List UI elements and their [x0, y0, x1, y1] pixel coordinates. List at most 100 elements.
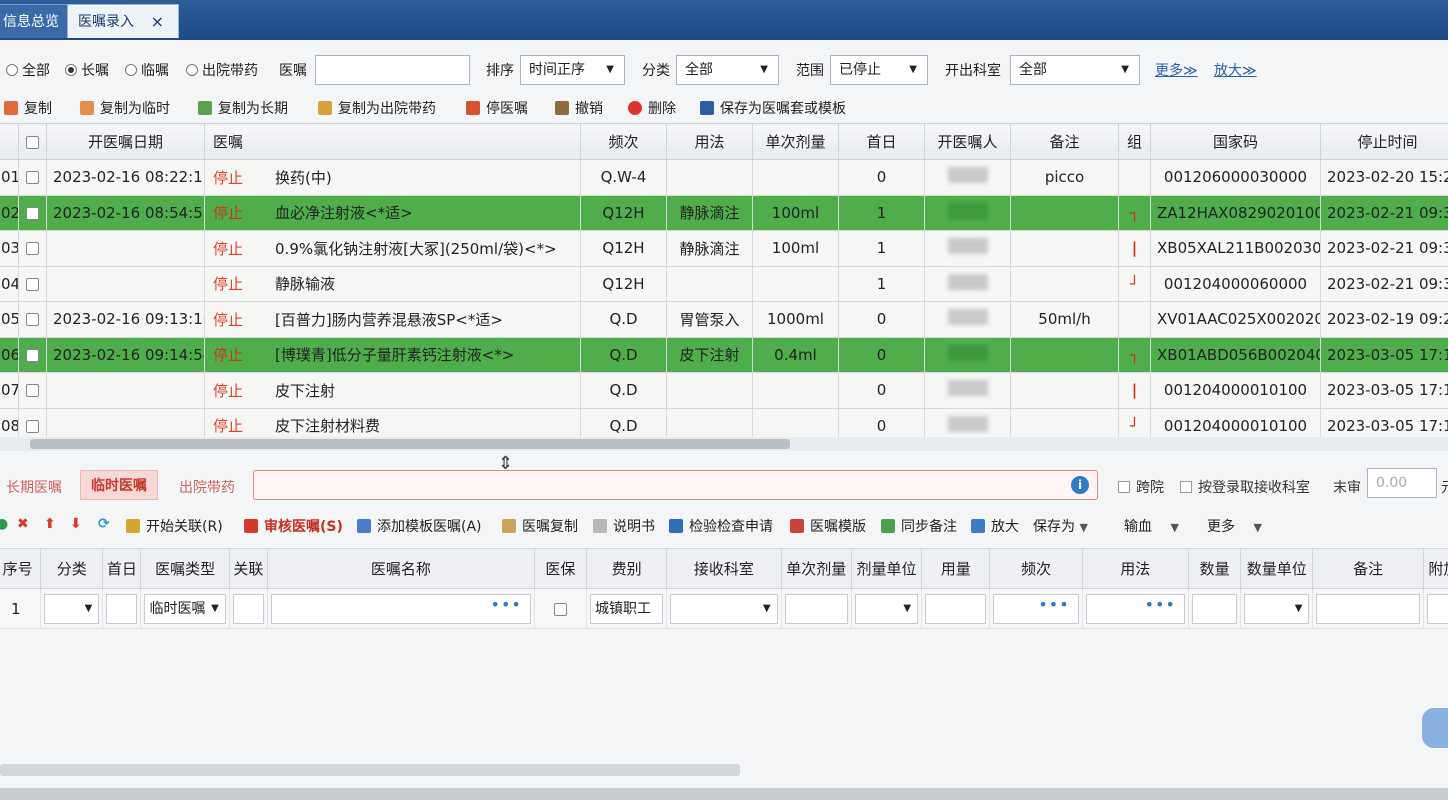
- row-checkbox[interactable]: [26, 313, 39, 327]
- floating-assistant-button[interactable]: [1422, 708, 1448, 748]
- receiving-dept-select[interactable]: ▼: [670, 593, 778, 624]
- stop-order-button[interactable]: 停医嘱: [466, 98, 528, 118]
- tab-temporary-orders[interactable]: 临时医嘱: [80, 470, 158, 500]
- entry-col-header[interactable]: 首日: [102, 548, 142, 589]
- row-checkbox[interactable]: [26, 242, 39, 256]
- order-search-input[interactable]: [315, 55, 470, 85]
- entry-col-header[interactable]: 分类: [40, 548, 104, 589]
- more-dots-icon[interactable]: •••: [1038, 595, 1069, 619]
- entry-col-header[interactable]: 医嘱名称: [266, 548, 535, 589]
- col-first-day[interactable]: 首日: [838, 123, 925, 160]
- save-as-template-button[interactable]: 保存为医嘱套或模板: [700, 98, 846, 118]
- entry-col-header[interactable]: 序号: [0, 548, 42, 589]
- col-stop-time[interactable]: 停止时间: [1320, 123, 1448, 160]
- table-row[interactable]: 02 2023-02-16 08:54:53 停止 血必净注射液<*适> Q12H 静脉滴…: [0, 194, 1448, 231]
- radio-temporary[interactable]: 临嘱: [125, 60, 169, 80]
- entry-col-header[interactable]: 用法: [1081, 548, 1189, 589]
- frequency-input[interactable]: •••: [993, 593, 1079, 624]
- radio-all[interactable]: 全部: [6, 60, 50, 80]
- entry-col-header[interactable]: 备注: [1312, 548, 1424, 589]
- amount-input[interactable]: [925, 593, 987, 624]
- first-day-input[interactable]: [106, 593, 138, 624]
- undo-button[interactable]: 撤销: [555, 98, 603, 118]
- quantity-unit-select[interactable]: ▼: [1244, 593, 1310, 624]
- entry-col-header[interactable]: 费别: [585, 548, 668, 589]
- select-all-checkbox[interactable]: [18, 123, 47, 160]
- row-checkbox[interactable]: [26, 206, 39, 220]
- order-type-select[interactable]: 临时医嘱 ▼: [144, 593, 226, 624]
- entry-col-header[interactable]: 医保: [533, 548, 587, 589]
- refresh-icon[interactable]: ⟳: [98, 516, 110, 532]
- col-note[interactable]: 备注: [1010, 123, 1119, 160]
- insurance-checkbox[interactable]: [553, 602, 567, 616]
- tab-long-term-orders[interactable]: 长期医嘱: [6, 477, 62, 497]
- zoom-button[interactable]: 放大: [971, 516, 1019, 536]
- close-icon[interactable]: ×: [151, 5, 164, 39]
- entry-col-header[interactable]: 频次: [989, 548, 1083, 589]
- copy-as-long-term-button[interactable]: 复制为长期: [198, 98, 288, 118]
- more-dots-icon[interactable]: •••: [1145, 595, 1176, 619]
- col-doctor[interactable]: 开医嘱人: [924, 123, 1011, 160]
- zoom-link[interactable]: 放大≫: [1214, 60, 1257, 80]
- start-link-button[interactable]: 开始关联(R): [126, 516, 223, 536]
- note-input[interactable]: [1316, 593, 1420, 624]
- info-icon[interactable]: i: [1071, 476, 1089, 494]
- link-input[interactable]: [232, 593, 264, 624]
- save-as-button[interactable]: 保存为 ▼: [1033, 516, 1088, 536]
- table-row[interactable]: 03 停止 0.9%氯化钠注射液[大冢](250ml/袋)<*> Q12H 静脉滴注 10…: [0, 230, 1448, 267]
- tab-order-entry[interactable]: 医嘱录入 ×: [67, 4, 179, 38]
- col-dose[interactable]: 单次剂量: [752, 123, 839, 160]
- single-dose-input[interactable]: [784, 593, 848, 624]
- login-dept-checkbox[interactable]: 按登录取接收科室: [1180, 477, 1310, 497]
- col-group[interactable]: 组: [1118, 123, 1151, 160]
- order-template-button[interactable]: 医嘱模版: [790, 516, 866, 536]
- entry-horizontal-scrollbar[interactable]: [0, 764, 740, 776]
- entry-col-header[interactable]: 医嘱类型: [140, 548, 230, 589]
- add-template-order-button[interactable]: 添加模板医嘱(A): [357, 516, 482, 536]
- lab-exam-request-button[interactable]: 检验检查申请: [669, 516, 773, 536]
- entry-col-header[interactable]: 数量单位: [1240, 548, 1314, 589]
- row-checkbox[interactable]: [26, 171, 39, 185]
- transfusion-button[interactable]: 输血 ▼: [1124, 516, 1179, 536]
- row-checkbox[interactable]: [26, 277, 39, 291]
- horizontal-scrollbar[interactable]: [0, 437, 1448, 451]
- usage-input[interactable]: •••: [1085, 593, 1185, 624]
- entry-col-header[interactable]: 用量: [921, 548, 991, 589]
- sort-select[interactable]: 时间正序 ▼: [520, 55, 625, 85]
- entry-col-header[interactable]: 单次剂量: [780, 548, 852, 589]
- tab-overview[interactable]: 信息总览: [0, 4, 70, 38]
- more-button[interactable]: 更多 ▼: [1207, 516, 1262, 536]
- order-name-input[interactable]: •••: [270, 593, 531, 624]
- entry-col-header[interactable]: 接收科室: [666, 548, 782, 589]
- sync-note-button[interactable]: 同步备注: [881, 516, 957, 536]
- add-icon[interactable]: ●: [0, 516, 8, 532]
- instructions-button[interactable]: 说明书: [593, 516, 655, 536]
- row-checkbox[interactable]: [26, 384, 39, 398]
- radio-long-term[interactable]: 长嘱: [65, 60, 109, 80]
- move-up-icon[interactable]: ⬆: [44, 516, 56, 532]
- entry-col-header[interactable]: 附加: [1422, 548, 1448, 589]
- col-national-code[interactable]: 国家码: [1150, 123, 1321, 160]
- col-frequency[interactable]: 频次: [580, 123, 667, 160]
- quantity-input[interactable]: [1191, 593, 1238, 624]
- entry-col-header[interactable]: 数量: [1187, 548, 1242, 589]
- entry-col-header[interactable]: 剂量单位: [850, 548, 923, 589]
- audit-order-button[interactable]: 审核医嘱(S): [244, 516, 343, 536]
- dept-select[interactable]: 全部 ▼: [1010, 55, 1140, 85]
- table-row[interactable]: 06 2023-02-16 09:14:54 停止 [博璞青]低分子量肝素钙注射液<*…: [0, 336, 1448, 373]
- col-usage[interactable]: 用法: [666, 123, 753, 160]
- more-dots-icon[interactable]: •••: [491, 595, 522, 619]
- delete-button[interactable]: 删除: [628, 98, 676, 118]
- col-order[interactable]: 医嘱: [204, 123, 581, 160]
- category-select[interactable]: 全部 ▼: [676, 55, 779, 85]
- table-row[interactable]: 05 2023-02-16 09:13:16 停止 [百普力]肠内营养混悬液SP<*适…: [0, 301, 1448, 338]
- dose-unit-select[interactable]: ▼: [854, 593, 919, 624]
- delete-row-icon[interactable]: ✖: [17, 516, 29, 532]
- entry-col-header[interactable]: 关联: [228, 548, 268, 589]
- row-checkbox[interactable]: [26, 348, 39, 362]
- copy-button[interactable]: 复制: [4, 98, 52, 118]
- order-quick-input[interactable]: i: [253, 470, 1098, 500]
- cross-hospital-checkbox[interactable]: 跨院: [1118, 477, 1164, 497]
- extra-input[interactable]: [1426, 593, 1448, 624]
- table-row[interactable]: 01 2023-02-16 08:22:17 停止 换药(中) Q.W-4 0 picco 0…: [0, 159, 1448, 196]
